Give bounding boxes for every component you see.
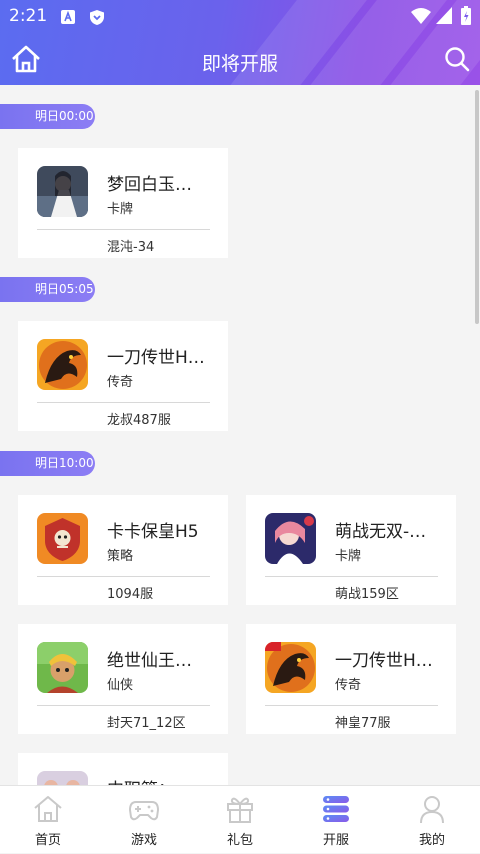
game-name: 中职篮：… bbox=[107, 775, 192, 785]
server-name: 龙叔487服 bbox=[107, 413, 171, 428]
wifi-icon bbox=[411, 8, 431, 24]
accessibility-icon bbox=[61, 10, 75, 24]
game-card[interactable]: 一刀传世H… 传奇 神皇77服 bbox=[246, 624, 456, 734]
battery-icon bbox=[461, 6, 471, 25]
game-name: 卡卡保皇H5 bbox=[107, 522, 199, 542]
tab-label: 礼包 bbox=[226, 833, 253, 848]
game-card[interactable]: 萌战无双-… 卡牌 萌战159区 bbox=[246, 495, 456, 605]
game-category: 卡牌 bbox=[107, 202, 134, 217]
card-divider bbox=[37, 705, 210, 706]
game-icon-mzws bbox=[265, 513, 316, 564]
game-name: 绝世仙王… bbox=[107, 651, 192, 671]
card-divider bbox=[37, 576, 210, 577]
game-card[interactable]: 绝世仙王… 仙侠 封天71_12区 bbox=[18, 624, 228, 734]
section-time-tag: 明日05:05 bbox=[0, 277, 95, 302]
card-divider bbox=[265, 705, 438, 706]
scrollbar[interactable] bbox=[475, 90, 479, 324]
game-icon-ydcs bbox=[265, 642, 316, 693]
section-time-tag: 明日10:00 bbox=[0, 451, 95, 476]
tab-label: 我的 bbox=[418, 833, 445, 848]
user-icon bbox=[420, 796, 444, 824]
game-name: 一刀传世H… bbox=[335, 651, 433, 671]
game-icon-kkbh bbox=[37, 513, 88, 564]
server-icon bbox=[323, 796, 349, 822]
tab-home[interactable]: 首页 bbox=[0, 786, 96, 854]
server-name: 神皇77服 bbox=[335, 716, 391, 731]
game-icon-zzl bbox=[37, 771, 88, 785]
game-card[interactable]: 卡卡保皇H5 策略 1094服 bbox=[18, 495, 228, 605]
card-divider bbox=[265, 576, 438, 577]
signal-icon bbox=[436, 7, 452, 24]
status-time: 2:21 bbox=[9, 6, 48, 26]
server-name: 萌战159区 bbox=[335, 587, 399, 602]
game-category: 策略 bbox=[107, 549, 134, 564]
bottom-tab-bar: 首页 游戏 礼包 开服 我的 bbox=[0, 785, 480, 853]
game-name: 一刀传世H… bbox=[107, 348, 205, 368]
tab-gifts[interactable]: 礼包 bbox=[192, 786, 288, 854]
card-divider bbox=[37, 402, 210, 403]
gift-icon bbox=[227, 797, 253, 823]
game-card[interactable]: 中职篮：… bbox=[18, 753, 228, 785]
game-category: 传奇 bbox=[107, 375, 134, 390]
game-category: 传奇 bbox=[335, 678, 362, 693]
section-time-tag: 明日00:00 bbox=[0, 104, 95, 129]
tab-label: 首页 bbox=[34, 833, 61, 848]
card-divider bbox=[37, 229, 210, 230]
page-title: 即将开服 bbox=[201, 53, 278, 75]
gamepad-icon bbox=[129, 801, 159, 821]
server-name: 1094服 bbox=[107, 587, 154, 602]
tab-games[interactable]: 游戏 bbox=[96, 786, 192, 854]
tab-servers[interactable]: 开服 bbox=[288, 786, 384, 854]
game-card[interactable]: 一刀传世H… 传奇 龙叔487服 bbox=[18, 321, 228, 431]
game-name: 萌战无双-… bbox=[335, 522, 427, 542]
server-name: 混沌-34 bbox=[107, 240, 155, 255]
app-header: 2:21 即将开服 bbox=[0, 0, 480, 85]
tab-label: 游戏 bbox=[130, 833, 157, 848]
game-icon-ydcs bbox=[37, 339, 88, 390]
search-button[interactable] bbox=[444, 46, 470, 72]
status-bar: 2:21 bbox=[0, 0, 480, 32]
server-list[interactable]: 明日00:00 梦回白玉… 卡牌 混沌-34 明日05:05 一刀传世H… 传奇… bbox=[0, 85, 480, 785]
home-icon bbox=[34, 796, 62, 822]
game-card[interactable]: 梦回白玉… 卡牌 混沌-34 bbox=[18, 148, 228, 258]
tab-label: 开服 bbox=[322, 833, 349, 848]
game-icon-mhby bbox=[37, 166, 88, 217]
game-category: 卡牌 bbox=[335, 549, 362, 564]
shield-icon bbox=[90, 10, 104, 25]
game-icon-jsxw bbox=[37, 642, 88, 693]
server-name: 封天71_12区 bbox=[107, 716, 186, 731]
game-category: 仙侠 bbox=[107, 678, 134, 693]
tab-profile[interactable]: 我的 bbox=[384, 786, 480, 854]
game-name: 梦回白玉… bbox=[107, 175, 192, 195]
